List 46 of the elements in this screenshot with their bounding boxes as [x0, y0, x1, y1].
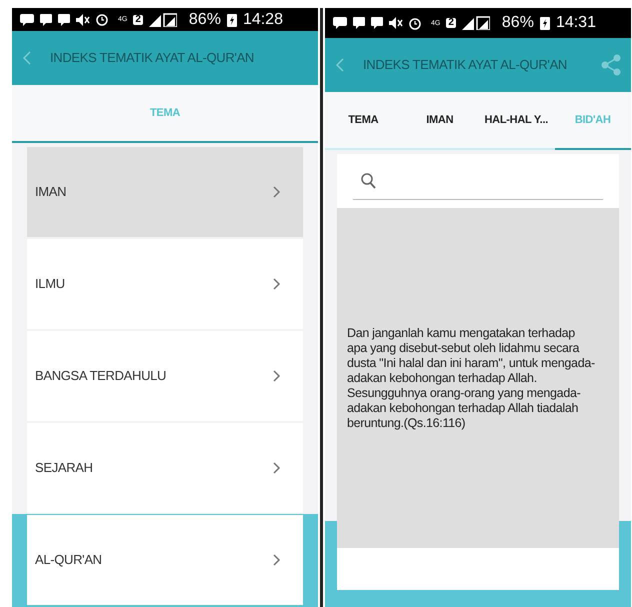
clock-time: 14:28 [242, 12, 283, 28]
list-item[interactable]: BANGSA TERDAHULU [27, 331, 303, 421]
item-label: BANGSA TERDAHULU [35, 367, 166, 386]
battery-icon [226, 12, 237, 26]
battery-percent: 86% [502, 15, 534, 31]
chevron-icon [273, 554, 281, 566]
chat-icon [40, 14, 52, 26]
alarm-icon [96, 13, 108, 26]
battery-percent: 86% [188, 12, 221, 28]
clock-time: 14:31 [556, 15, 596, 31]
chevron-icon [273, 462, 281, 474]
chevron-icon [273, 186, 281, 198]
tab[interactable]: TEMA [325, 92, 402, 148]
list-item[interactable]: SEJARAH [27, 423, 303, 513]
item-label: ILMU [35, 275, 65, 294]
search-field[interactable] [337, 154, 619, 208]
item-label: AL-QUR'AN [35, 551, 102, 570]
chat-icon [371, 17, 383, 29]
signal-icon [462, 16, 490, 30]
list-item[interactable]: AL-QUR'AN [27, 515, 303, 605]
alarm-icon [409, 16, 421, 30]
battery-icon [540, 16, 550, 30]
chat-icon [20, 14, 34, 26]
app-title: INDEKS TEMATIK AYAT AL-QUR'AN [50, 49, 254, 68]
verse-text: Dan janganlah kamu mengatakan terhadap apa yang disebut-sebut oleh lidahmu secara dusta "Ini halal dan ini haram", untuk mengada-adakan kebohongan terhadap Allah. Sesungguhnya orang-orang yang mengada-adakan kebohongan terhadap Allah tiadalah beruntung.(Qs.16:116) [347, 326, 596, 430]
item-label: IMAN [35, 183, 66, 202]
search-icon [361, 172, 376, 188]
app-title: INDEKS TEMATIK AYAT AL-QUR'AN [363, 56, 567, 74]
back-icon[interactable] [335, 58, 345, 72]
tab[interactable]: IMAN [402, 92, 478, 148]
sim-badge: 2 [133, 14, 143, 24]
tab[interactable]: HAL-HAL Y... [478, 92, 554, 148]
chat-icon [353, 17, 365, 29]
item-label: SEJARAH [35, 459, 93, 478]
share-icon[interactable] [601, 54, 621, 76]
mute-icon [76, 14, 90, 26]
list-item[interactable]: ILMU [27, 239, 303, 329]
chevron-icon [273, 370, 281, 382]
back-icon[interactable] [22, 51, 32, 65]
chat-icon [58, 14, 70, 26]
chevron-icon [273, 278, 281, 290]
signal-icon [148, 12, 177, 26]
chat-icon [333, 17, 347, 29]
sim-badge: 2 [446, 18, 456, 28]
list-item[interactable]: IMAN [27, 147, 303, 237]
mute-icon [389, 17, 403, 29]
